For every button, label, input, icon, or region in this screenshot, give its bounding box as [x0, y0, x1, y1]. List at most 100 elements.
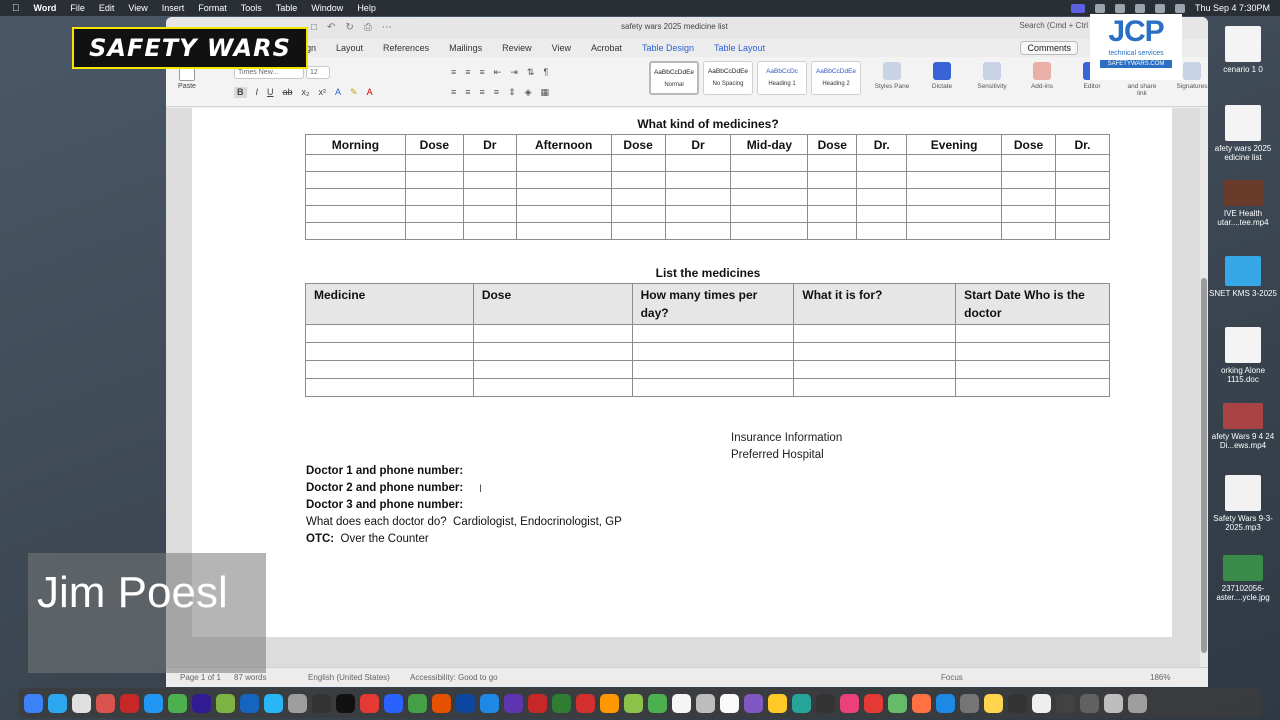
- news-icon[interactable]: [864, 693, 883, 713]
- table-cell[interactable]: [404, 188, 464, 206]
- table-cell[interactable]: [793, 342, 957, 361]
- table-cell[interactable]: [631, 342, 795, 361]
- table-cell[interactable]: [305, 154, 406, 172]
- redo-icon[interactable]: ↻: [345, 22, 353, 33]
- table-cell[interactable]: [730, 205, 809, 223]
- table-cell[interactable]: [1001, 188, 1056, 206]
- app-icon[interactable]: [240, 693, 259, 713]
- word-count[interactable]: 87 words: [234, 673, 266, 682]
- cloud-icon[interactable]: [1094, 3, 1105, 13]
- table-cell[interactable]: [472, 378, 633, 397]
- menu-table[interactable]: Table: [276, 3, 298, 13]
- menu-app-name[interactable]: Word: [34, 3, 57, 13]
- table-cell[interactable]: [955, 324, 1110, 343]
- table-cell[interactable]: [462, 188, 517, 206]
- table-cell[interactable]: [730, 222, 809, 240]
- audition-icon[interactable]: [192, 693, 211, 713]
- powerpoint-icon[interactable]: [576, 693, 595, 713]
- pages-icon[interactable]: [912, 693, 931, 713]
- menu-insert[interactable]: Insert: [162, 3, 185, 13]
- table-cell[interactable]: [404, 205, 464, 223]
- table-cell[interactable]: [305, 205, 406, 223]
- shading-icon[interactable]: ◈: [525, 87, 532, 98]
- header-dr[interactable]: Dr: [664, 134, 732, 155]
- header-dose[interactable]: Dose: [404, 134, 464, 155]
- accessibility-status[interactable]: Accessibility: Good to go: [410, 673, 498, 682]
- table-cell[interactable]: [305, 360, 474, 379]
- calendar-icon[interactable]: [672, 693, 691, 713]
- app-icon[interactable]: [984, 693, 1003, 713]
- header-start-date-doctor[interactable]: Start Date Who is the doctor: [955, 283, 1110, 325]
- undo-icon[interactable]: ↶: [327, 22, 335, 33]
- tab-table-design[interactable]: Table Design: [642, 43, 694, 53]
- header-medicine[interactable]: Medicine: [305, 283, 474, 325]
- table-cell[interactable]: [610, 154, 666, 172]
- table-cell[interactable]: [1055, 171, 1110, 189]
- table-cell[interactable]: [404, 171, 464, 189]
- header-dr[interactable]: Dr: [462, 134, 517, 155]
- search-icon[interactable]: [1174, 3, 1185, 13]
- italic-icon[interactable]: I: [256, 87, 259, 98]
- launchpad-icon[interactable]: [72, 693, 91, 713]
- table-cell[interactable]: [404, 154, 464, 172]
- app-icon[interactable]: [792, 693, 811, 713]
- excel-icon[interactable]: [552, 693, 571, 713]
- page-count[interactable]: Page 1 of 1: [180, 673, 221, 682]
- app-icon[interactable]: [1032, 693, 1051, 713]
- header-dr[interactable]: Dr.: [856, 134, 908, 155]
- document-title[interactable]: safety wars 2025 medicine list: [621, 22, 728, 31]
- table-cell[interactable]: [404, 222, 464, 240]
- menubar-clock[interactable]: Thu Sep 4 7:30PM: [1195, 3, 1270, 13]
- table-cell[interactable]: [462, 154, 517, 172]
- table-cell[interactable]: [462, 205, 517, 223]
- desktop-file[interactable]: orking Alone 1115.doc: [1206, 327, 1280, 384]
- medicine-list-table[interactable]: Medicine Dose How many times per day? Wh…: [305, 283, 1110, 397]
- menu-view[interactable]: View: [128, 3, 147, 13]
- trash-icon[interactable]: [1128, 693, 1147, 713]
- style-heading-2[interactable]: AaBbCcDdEe Heading 2: [811, 61, 861, 95]
- document-page[interactable]: What kind of medicines? Morning Dose Dr …: [192, 108, 1172, 637]
- table-cell[interactable]: [856, 222, 908, 240]
- app-icon[interactable]: [216, 693, 235, 713]
- table-cell[interactable]: [730, 188, 809, 206]
- tab-acrobat[interactable]: Acrobat: [591, 43, 622, 53]
- table-cell[interactable]: [730, 171, 809, 189]
- table-cell[interactable]: [515, 205, 612, 223]
- table-cell[interactable]: [1055, 188, 1110, 206]
- language[interactable]: English (United States): [308, 673, 390, 682]
- style-heading-1[interactable]: AaBbCcDc Heading 1: [757, 61, 807, 95]
- table-cell[interactable]: [515, 154, 612, 172]
- tab-review[interactable]: Review: [502, 43, 532, 53]
- app-icon[interactable]: [312, 693, 331, 713]
- menu-tools[interactable]: Tools: [241, 3, 262, 13]
- table-cell[interactable]: [807, 171, 858, 189]
- app-store-icon[interactable]: [936, 693, 955, 713]
- battery-icon[interactable]: [1154, 3, 1165, 13]
- table-cell[interactable]: [955, 342, 1110, 361]
- table-cell[interactable]: [472, 360, 633, 379]
- desktop-file[interactable]: afety wars 2025 edicine list: [1206, 105, 1280, 162]
- borders-icon[interactable]: ▦: [541, 87, 550, 98]
- text-effects-icon[interactable]: A: [335, 87, 341, 98]
- subscript-icon[interactable]: x₂: [302, 87, 310, 98]
- messages-icon[interactable]: [408, 693, 427, 713]
- table-cell[interactable]: [793, 360, 957, 379]
- table-cell[interactable]: [1055, 154, 1110, 172]
- medicine-schedule-table[interactable]: Morning Dose Dr Afternoon Dose Dr Mid-da…: [305, 134, 1110, 240]
- tab-view[interactable]: View: [552, 43, 571, 53]
- app-icon[interactable]: [432, 693, 451, 713]
- header-evening[interactable]: Evening: [906, 134, 1003, 155]
- table-cell[interactable]: [793, 324, 957, 343]
- table-cell[interactable]: [631, 324, 795, 343]
- app-icon[interactable]: [696, 693, 715, 713]
- app-icon[interactable]: [360, 693, 379, 713]
- table-cell[interactable]: [664, 188, 732, 206]
- header-dose[interactable]: Dose: [1001, 134, 1056, 155]
- music-icon[interactable]: [840, 693, 859, 713]
- table-cell[interactable]: [807, 222, 858, 240]
- app-icon[interactable]: [504, 693, 523, 713]
- style-no-spacing[interactable]: AaBbCcDdEe No Spacing: [703, 61, 753, 95]
- menu-window[interactable]: Window: [311, 3, 343, 13]
- table-cell[interactable]: [515, 222, 612, 240]
- app-icon[interactable]: [264, 693, 283, 713]
